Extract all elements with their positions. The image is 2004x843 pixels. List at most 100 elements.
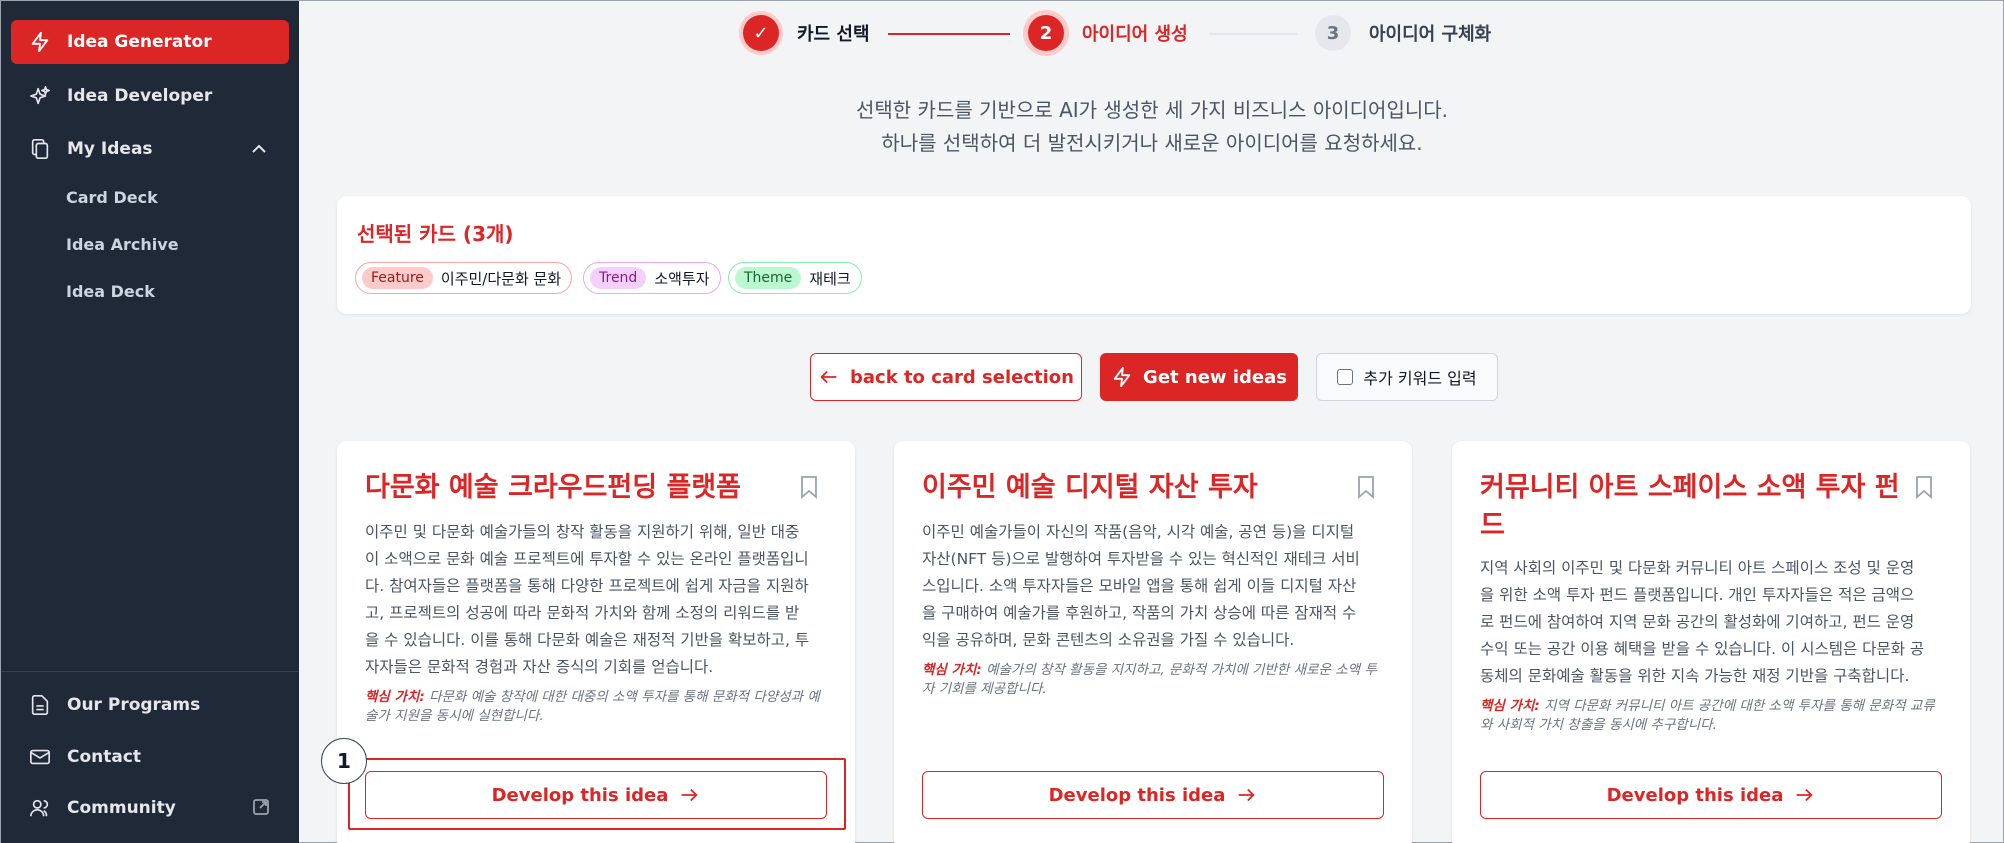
sidebar-item-idea-developer[interactable]: Idea Developer <box>11 74 289 118</box>
desc-line: 자자들은 문화적 경험과 자산 증식의 기회를 얻습니다. <box>365 658 714 676</box>
get-new-ideas-button[interactable]: Get new ideas <box>1100 353 1298 401</box>
chip-feature: Feature 이주민/다문화 문화 <box>355 262 573 294</box>
chip-tag: Theme <box>735 267 802 289</box>
users-icon <box>29 797 51 819</box>
desc-line: 로 펀드에 참여하여 지역 문화 공간의 활성화에 기여하고, 펀드 운영 <box>1480 613 1915 631</box>
desc-line: 지역 사회의 이주민 및 다문화 커뮤니티 아트 스페이스 조성 및 운영 <box>1480 559 1915 577</box>
core-value-label: 핵심 가치: <box>365 689 425 705</box>
step-connector <box>888 33 1010 35</box>
sidebar-divider <box>1 671 299 672</box>
new-ideas-label: Get new ideas <box>1143 366 1287 388</box>
value-line: 술가 지원을 동시에 실현합니다. <box>365 708 544 724</box>
idea-title: 다문화 예술 크라우드펀딩 플랫폼 <box>365 472 741 503</box>
sidebar-item-label: Idea Generator <box>67 32 212 52</box>
chip-value: 소액투자 <box>654 269 710 288</box>
sidebar-item-contact[interactable]: Contact <box>11 735 289 779</box>
value-line: 예술가의 창작 활동을 지지하고, 문화적 가치에 기반한 새로운 소액 투 <box>986 662 1377 678</box>
mail-icon <box>29 746 51 768</box>
value-line: 자 기회를 제공합니다. <box>922 681 1047 697</box>
check-icon: ✓ <box>743 15 779 51</box>
sidebar-item-label: Community <box>67 798 176 818</box>
sidebar-item-label: My Ideas <box>67 139 153 159</box>
chip-theme: Theme 재테크 <box>728 262 862 294</box>
desc-line: 을 구매하여 예술가를 후원하고, 작품의 가치 상승에 따른 잠재적 수 <box>922 604 1357 622</box>
step-label: 아이디어 생성 <box>1082 24 1188 45</box>
desc-line: 다. 참여자들은 플랫폼을 통해 다양한 프로젝트에 쉽게 자금을 지원하 <box>365 577 809 595</box>
step-label: 카드 선택 <box>797 24 870 45</box>
sidebar-subitem-idea-deck[interactable]: Idea Deck <box>66 282 155 301</box>
sidebar-item-community[interactable]: Community <box>11 786 289 830</box>
desc-line: 고, 프로젝트의 성공에 따라 문화적 가치와 함께 소정의 리워드를 받 <box>365 604 800 622</box>
desc-line: 수익 또는 공간 이용 혜택을 받을 수 있습니다. 이 시스템은 다문화 공 <box>1480 640 1925 658</box>
annotation-marker: 1 <box>321 738 367 784</box>
step-idea-generation: 2 아이디어 생성 <box>1028 15 1188 51</box>
desc-line: 익을 공유하며, 문화 콘텐츠의 소유권을 가질 수 있습니다. <box>922 631 1295 649</box>
chip-tag: Feature <box>362 267 433 289</box>
desc-line: 스입니다. 소액 투자자들은 모바일 앱을 통해 쉽게 이들 디지털 자산 <box>922 577 1357 595</box>
extra-keyword-toggle[interactable]: 추가 키워드 입력 <box>1316 353 1498 401</box>
core-value-label: 핵심 가치: <box>1480 698 1540 714</box>
documents-icon <box>29 138 51 160</box>
develop-idea-button[interactable]: Develop this idea <box>1480 771 1942 819</box>
intro-line-2: 하나를 선택하여 더 발전시키거나 새로운 아이디어를 요청하세요. <box>881 131 1423 155</box>
step-idea-refinement: 3 아이디어 구체화 <box>1315 15 1491 51</box>
step-number: 2 <box>1028 15 1064 51</box>
step-label: 아이디어 구체화 <box>1369 24 1492 45</box>
sidebar-subitem-idea-archive[interactable]: Idea Archive <box>66 235 179 254</box>
selected-cards-title: 선택된 카드 (3개) <box>357 222 514 246</box>
chevron-up-icon[interactable] <box>249 139 269 159</box>
idea-card-2: 이주민 예술 디지털 자산 투자 이주민 예술가들이 자신의 작품(음악, 시각… <box>894 441 1412 843</box>
core-value-label: 핵심 가치: <box>922 662 982 678</box>
develop-label: Develop this idea <box>1606 784 1784 806</box>
step-number: 3 <box>1315 15 1351 51</box>
sidebar-item-label: Our Programs <box>67 695 201 715</box>
annotation-highlight-box <box>348 758 846 830</box>
chip-trend: Trend 소액투자 <box>583 262 721 294</box>
back-button-label: back to card selection <box>850 366 1074 388</box>
idea-card-3: 커뮤니티 아트 스페이스 소액 투자 펀드 지역 사회의 이주민 및 다문화 커… <box>1452 441 1970 843</box>
value-line: 지역 다문화 커뮤니티 아트 공간에 대한 소액 투자를 통해 문화적 교류 <box>1544 698 1935 714</box>
desc-line: 이주민 및 다문화 예술가들의 창작 활동을 지원하기 위해, 일반 대중 <box>365 523 800 541</box>
chip-value: 재테크 <box>809 269 851 288</box>
idea-title: 커뮤니티 아트 스페이스 소액 투자 펀드 <box>1480 472 1900 541</box>
sidebar-item-our-programs[interactable]: Our Programs <box>11 683 289 727</box>
idea-description: 이주민 예술가들이 자신의 작품(음악, 시각 예술, 공연 등)을 디지털 자… <box>922 519 1386 654</box>
chip-value: 이주민/다문화 문화 <box>440 269 562 288</box>
idea-title: 이주민 예술 디지털 자산 투자 <box>922 472 1258 503</box>
develop-label: Develop this idea <box>1048 784 1226 806</box>
desc-line: 이주민 예술가들이 자신의 작품(음악, 시각 예술, 공연 등)을 디지털 <box>922 523 1355 541</box>
keyword-label: 추가 키워드 입력 <box>1363 369 1477 388</box>
lightning-icon <box>1113 366 1131 388</box>
external-link-icon <box>253 799 269 815</box>
step-connector <box>1209 33 1297 35</box>
arrow-right-icon <box>1239 788 1256 802</box>
bookmark-icon[interactable] <box>1914 475 1934 499</box>
value-line: 와 사회적 가치 창출을 동시에 추구합니다. <box>1480 717 1717 733</box>
keyword-checkbox[interactable] <box>1337 369 1354 385</box>
sparkle-icon <box>29 85 51 107</box>
desc-line: 을 수 있습니다. 이를 통해 다문화 예술은 재정적 기반을 확보하고, 투 <box>365 631 810 649</box>
desc-line: 이 소액으로 문화 예술 프로젝트에 투자할 수 있는 온라인 플랫폼입니 <box>365 550 809 568</box>
sidebar-item-label: Contact <box>67 747 142 767</box>
idea-core-value: 핵심 가치: 지역 다문화 커뮤니티 아트 공간에 대한 소액 투자를 통해 문… <box>1480 697 1944 735</box>
value-line: 다문화 예술 창작에 대한 대중의 소액 투자를 통해 문화적 다양성과 예 <box>429 689 820 705</box>
sidebar-item-label: Idea Developer <box>67 86 213 106</box>
bookmark-icon[interactable] <box>1356 475 1376 499</box>
sidebar-item-idea-generator[interactable]: Idea Generator <box>11 20 289 64</box>
develop-idea-button[interactable]: Develop this idea <box>922 771 1384 819</box>
sidebar-item-my-ideas[interactable]: My Ideas <box>11 127 289 171</box>
desc-line: 을 위한 소액 투자 펀드 플랫폼입니다. 개인 투자자들은 적은 금액으 <box>1480 586 1915 604</box>
selected-cards-panel: 선택된 카드 (3개) Feature 이주민/다문화 문화 Trend 소액투… <box>337 196 1971 314</box>
lightning-icon <box>29 31 51 53</box>
idea-description: 이주민 및 다문화 예술가들의 창작 활동을 지원하기 위해, 일반 대중 이 … <box>365 519 829 681</box>
sidebar: Idea Generator Idea Developer My Ideas C… <box>1 1 299 843</box>
idea-core-value: 핵심 가치: 예술가의 창작 활동을 지지하고, 문화적 가치에 기반한 새로운… <box>922 661 1386 699</box>
idea-description: 지역 사회의 이주민 및 다문화 커뮤니티 아트 스페이스 조성 및 운영 을 … <box>1480 555 1944 690</box>
chip-tag: Trend <box>590 267 647 289</box>
sidebar-subitem-card-deck[interactable]: Card Deck <box>66 188 158 207</box>
bookmark-icon[interactable] <box>799 475 819 499</box>
step-card-selection: ✓ 카드 선택 <box>743 15 870 51</box>
back-to-card-selection-button[interactable]: back to card selection <box>810 353 1082 401</box>
intro-line-1: 선택한 카드를 기반으로 AI가 생성한 세 가지 비즈니스 아이디어입니다. <box>856 98 1448 122</box>
document-icon <box>29 694 51 716</box>
